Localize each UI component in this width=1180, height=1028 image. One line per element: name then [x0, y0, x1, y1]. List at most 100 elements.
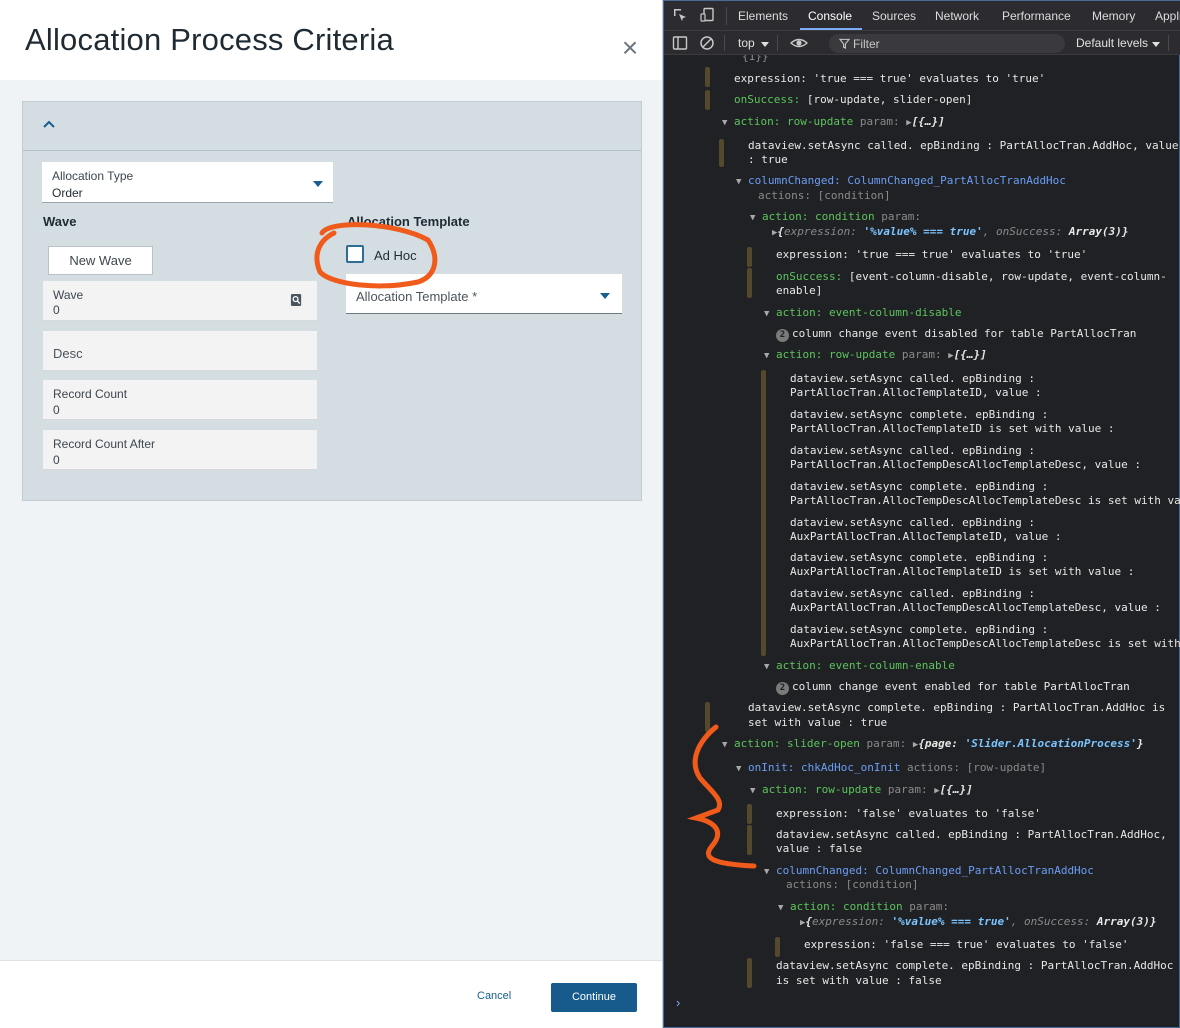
allocation-process-panel: Allocation Process Criteria × Allocation… [0, 0, 663, 1028]
log-key: action: event-column-enable [776, 659, 955, 672]
sidebar-toggle-icon[interactable] [672, 35, 688, 51]
log-group[interactable]: ▼ action: row-update param: ▶[{…}] [764, 348, 987, 363]
expand-arrow-icon: ▼ [722, 118, 728, 128]
devtools-tab-bar: Elements Console Sources Network Perform… [664, 1, 1180, 31]
log-line: dataview.setAsync complete. epBinding : [790, 551, 1049, 564]
log-key: expression: [812, 915, 885, 928]
tab-application[interactable]: Application [1155, 9, 1180, 23]
allocation-type-label: Allocation Type [52, 169, 134, 183]
search-icon[interactable] [290, 293, 303, 307]
desc-field[interactable]: Desc [43, 331, 317, 371]
group-bar [705, 702, 710, 732]
log-key: param: [887, 783, 928, 796]
filter-placeholder: Filter [853, 37, 880, 51]
tab-memory[interactable]: Memory [1092, 9, 1135, 23]
log-group[interactable]: ▼ columnChanged: ColumnChanged_PartAlloc… [764, 864, 1094, 879]
log-key: {page: [918, 737, 959, 750]
record-count-value: 0 [53, 403, 60, 417]
log-line: PartAllocTran.AllocTempDescAllocTemplate… [790, 494, 1180, 507]
log-value: [row-update, slider-open] [806, 93, 973, 106]
log-group[interactable]: ▼ columnChanged: ColumnChanged_PartAlloc… [736, 174, 1066, 189]
cancel-button[interactable]: Cancel [477, 990, 511, 1002]
log-levels-selector[interactable]: Default levels [1076, 36, 1148, 50]
log-value: [event-column-disable, row-update, event… [848, 270, 1167, 283]
log-group[interactable]: ▼ action: row-update param: ▶[{…}] [750, 783, 973, 798]
record-count-after-label: Record Count After [53, 437, 156, 451]
clear-console-icon[interactable] [699, 35, 715, 51]
live-expression-eye-icon[interactable] [790, 35, 808, 51]
allocation-template-select[interactable]: Allocation Template * [346, 274, 622, 314]
log-line: expression: 'true === true' evaluates to… [776, 248, 1088, 261]
template-section-title: Allocation Template [347, 214, 470, 229]
log-value: 'Slider.AllocationProcess' [964, 737, 1137, 750]
log-value: '%value% === true' [891, 915, 1011, 928]
wave-field[interactable]: Wave 0 [43, 281, 317, 321]
log-key: action: row-update [762, 783, 882, 796]
filter-input[interactable]: Filter [829, 34, 1065, 53]
log-key: expression: [784, 225, 857, 238]
group-bar [761, 370, 766, 656]
log-line: expression: 'false === true' evaluates t… [804, 938, 1129, 951]
new-wave-button[interactable]: New Wave [48, 246, 153, 275]
log-line: {1}} [742, 55, 769, 63]
console-prompt-chevron-icon[interactable]: › [676, 995, 680, 1010]
log-line: AuxPartAllocTran.AllocTempDescAllocTempl… [790, 601, 1161, 614]
record-count-field: Record Count 0 [43, 380, 317, 420]
log-value: [{…}] [911, 115, 945, 128]
group-bar [747, 825, 752, 855]
log-line: onSuccess: [row-update, slider-open] [734, 93, 972, 107]
inspect-element-icon[interactable] [672, 7, 688, 23]
log-line: dataview.setAsync complete. epBinding : … [748, 701, 1166, 714]
allocation-template-placeholder: Allocation Template * [356, 289, 478, 304]
divider [726, 7, 727, 25]
ad-hoc-label[interactable]: Ad Hoc [374, 248, 417, 263]
close-icon[interactable]: × [618, 34, 642, 62]
tab-console[interactable]: Console [808, 9, 852, 23]
log-key: , onSuccess: [1010, 915, 1091, 928]
log-group[interactable]: ▼ action: slider-open param: ▶{page: 'Sl… [722, 737, 1144, 752]
log-line: actions: [condition] [758, 189, 891, 202]
allocation-type-select[interactable]: Allocation Type Order [42, 162, 333, 203]
log-key: param: [881, 210, 922, 223]
tab-elements[interactable]: Elements [738, 9, 788, 23]
divider [724, 35, 725, 51]
log-line: : true [748, 153, 788, 166]
log-group[interactable]: ▼ action: row-update param: ▶[{…}] [722, 115, 945, 130]
log-line: AuxPartAllocTran.AllocTemplateID, value … [790, 530, 1062, 543]
log-key: param: [859, 115, 900, 128]
active-tab-indicator [800, 28, 862, 30]
wave-value: 0 [53, 303, 60, 317]
expand-arrow-icon: ▼ [750, 213, 756, 223]
context-selector[interactable]: top [738, 36, 755, 50]
chevron-up-icon[interactable] [41, 117, 57, 133]
log-text: column change event disabled for table P… [792, 327, 1137, 340]
log-value: '%value% === true' [863, 225, 983, 238]
log-key: action: row-update [776, 348, 896, 361]
expand-arrow-icon: ▼ [736, 177, 742, 187]
log-group[interactable]: ▼ action: event-column-disable [764, 306, 961, 321]
log-line: dataview.setAsync called. epBinding : [790, 516, 1036, 529]
log-group[interactable]: ▼ action: event-column-enable [764, 659, 955, 674]
device-toolbar-icon[interactable] [700, 7, 716, 23]
tab-performance[interactable]: Performance [1002, 9, 1071, 23]
tab-network[interactable]: Network [935, 9, 979, 23]
repeat-count-badge: 2 [776, 329, 789, 342]
log-group[interactable]: ▼ onInit: chkAdHoc_onInit actions: [row-… [736, 761, 1046, 776]
log-key: action: slider-open [734, 737, 860, 750]
chevron-down-icon [1152, 42, 1160, 47]
log-group[interactable]: ▼ action: condition param: [750, 210, 921, 225]
log-group[interactable]: ▼ action: condition param: [778, 900, 949, 915]
log-line: expression: 'false' evaluates to 'false' [776, 807, 1041, 820]
log-line[interactable]: ▶{expression: '%value% === true', onSucc… [800, 915, 1156, 930]
continue-button[interactable]: Continue [551, 983, 637, 1012]
tab-sources[interactable]: Sources [872, 9, 916, 23]
log-line: dataview.setAsync complete. epBinding : [790, 480, 1049, 493]
group-bar [747, 268, 752, 298]
expand-arrow-icon: ▼ [778, 903, 784, 913]
log-value: Array(3)} [1096, 915, 1157, 928]
ad-hoc-checkbox[interactable] [346, 245, 364, 263]
log-value: actions: [row-update] [907, 761, 1047, 774]
log-key: action: condition [762, 210, 875, 223]
log-line[interactable]: ▶{expression: '%value% === true', onSucc… [772, 225, 1128, 240]
log-line: PartAllocTran.AllocTemplateID, value : [790, 386, 1042, 399]
